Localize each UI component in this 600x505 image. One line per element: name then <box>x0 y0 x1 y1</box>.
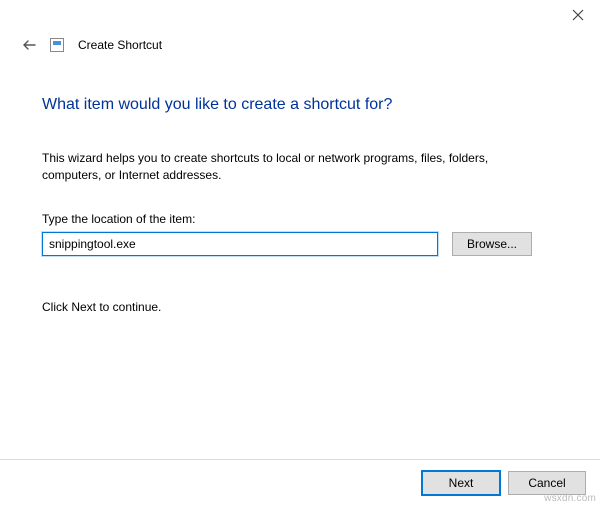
page-description: This wizard helps you to create shortcut… <box>42 150 512 184</box>
continue-text: Click Next to continue. <box>42 300 558 314</box>
wizard-content: What item would you like to create a sho… <box>0 62 600 314</box>
wizard-title: Create Shortcut <box>78 38 162 52</box>
page-heading: What item would you like to create a sho… <box>42 96 558 114</box>
cancel-button[interactable]: Cancel <box>508 471 586 495</box>
create-shortcut-wizard: Create Shortcut What item would you like… <box>0 0 600 505</box>
location-input[interactable] <box>42 232 438 256</box>
close-icon[interactable] <box>572 9 584 21</box>
titlebar <box>0 0 600 30</box>
location-label: Type the location of the item: <box>42 212 558 226</box>
wizard-footer: Next Cancel <box>0 459 600 505</box>
shortcut-app-icon <box>50 38 64 52</box>
location-row: Browse... <box>42 232 558 256</box>
wizard-header: Create Shortcut <box>0 30 600 62</box>
next-button[interactable]: Next <box>422 471 500 495</box>
back-icon[interactable] <box>22 38 36 52</box>
browse-button[interactable]: Browse... <box>452 232 532 256</box>
